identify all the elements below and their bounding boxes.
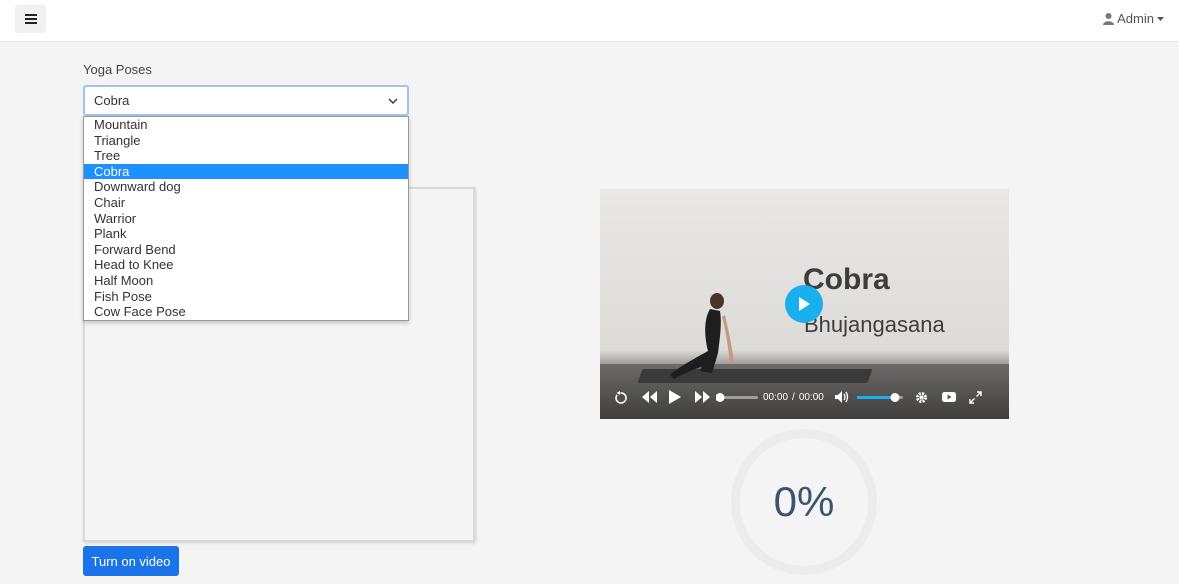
volume-slider[interactable]: [856, 392, 903, 402]
caret-down-icon: [1157, 16, 1164, 21]
volume-icon: [834, 391, 848, 403]
pose-option[interactable]: Cow Face Pose: [84, 304, 408, 320]
turn-on-video-button[interactable]: Turn on video: [83, 546, 179, 576]
hamburger-menu-button[interactable]: [15, 5, 46, 33]
pose-option[interactable]: Cobra: [84, 163, 408, 180]
pose-option[interactable]: Head to Knee: [84, 257, 408, 273]
user-name: Admin: [1117, 11, 1154, 26]
time-separator: /: [792, 391, 795, 403]
hamburger-icon: [24, 14, 37, 24]
pose-option[interactable]: Mountain: [84, 117, 408, 133]
restart-button[interactable]: [613, 390, 627, 404]
restart-icon: [614, 390, 627, 404]
top-navbar: Admin: [0, 0, 1179, 42]
gear-icon: [916, 391, 928, 403]
user-icon: [1103, 12, 1115, 25]
pose-option[interactable]: Warrior: [84, 211, 408, 227]
select-value: Cobra: [94, 93, 130, 108]
volume-track: [856, 393, 903, 402]
seek-slider[interactable]: [716, 392, 758, 402]
seek-track: [716, 393, 758, 402]
yoga-pose-select[interactable]: Cobra: [83, 85, 409, 116]
user-menu[interactable]: Admin: [1103, 11, 1164, 26]
youtube-icon: [941, 392, 956, 402]
pose-option[interactable]: Triangle: [84, 133, 408, 149]
yoga-figure: [670, 293, 734, 379]
video-player[interactable]: Cobra Bhujangasana 00:00 / 00:00: [600, 189, 1009, 419]
play-icon: [669, 390, 681, 404]
pose-option[interactable]: Chair: [84, 195, 408, 211]
duration: 00:00: [798, 391, 824, 403]
play-icon: [799, 297, 810, 311]
progress-percentage: 0%: [773, 478, 835, 525]
pose-option[interactable]: Fish Pose: [84, 289, 408, 305]
pose-options-list: Mountain Triangle Tree Cobra Downward dog Cha…: [83, 116, 409, 321]
pose-option[interactable]: Tree: [84, 148, 408, 164]
chevron-down-icon: [388, 98, 398, 104]
fullscreen-button[interactable]: [969, 390, 983, 404]
youtube-button[interactable]: [941, 392, 956, 402]
volume-button[interactable]: [834, 391, 850, 403]
fast-forward-button[interactable]: [694, 391, 710, 403]
rewind-button[interactable]: [641, 391, 657, 403]
big-play-button[interactable]: [785, 285, 823, 323]
yoga-poses-label: Yoga Poses: [83, 62, 152, 77]
settings-button[interactable]: [915, 391, 929, 404]
play-button[interactable]: [668, 390, 682, 404]
fullscreen-icon: [969, 390, 983, 404]
pose-option[interactable]: Plank: [84, 226, 408, 242]
pose-option[interactable]: Half Moon: [84, 273, 408, 289]
pose-option[interactable]: Forward Bend: [84, 242, 408, 258]
pose-option[interactable]: Downward dog: [84, 179, 408, 195]
fast-forward-icon: [694, 391, 710, 403]
video-controls: 00:00 / 00:00: [600, 385, 1009, 409]
current-time: 00:00: [763, 391, 789, 403]
video-overlay-subtitle: Bhujangasana: [804, 312, 945, 337]
rewind-icon: [641, 391, 657, 403]
